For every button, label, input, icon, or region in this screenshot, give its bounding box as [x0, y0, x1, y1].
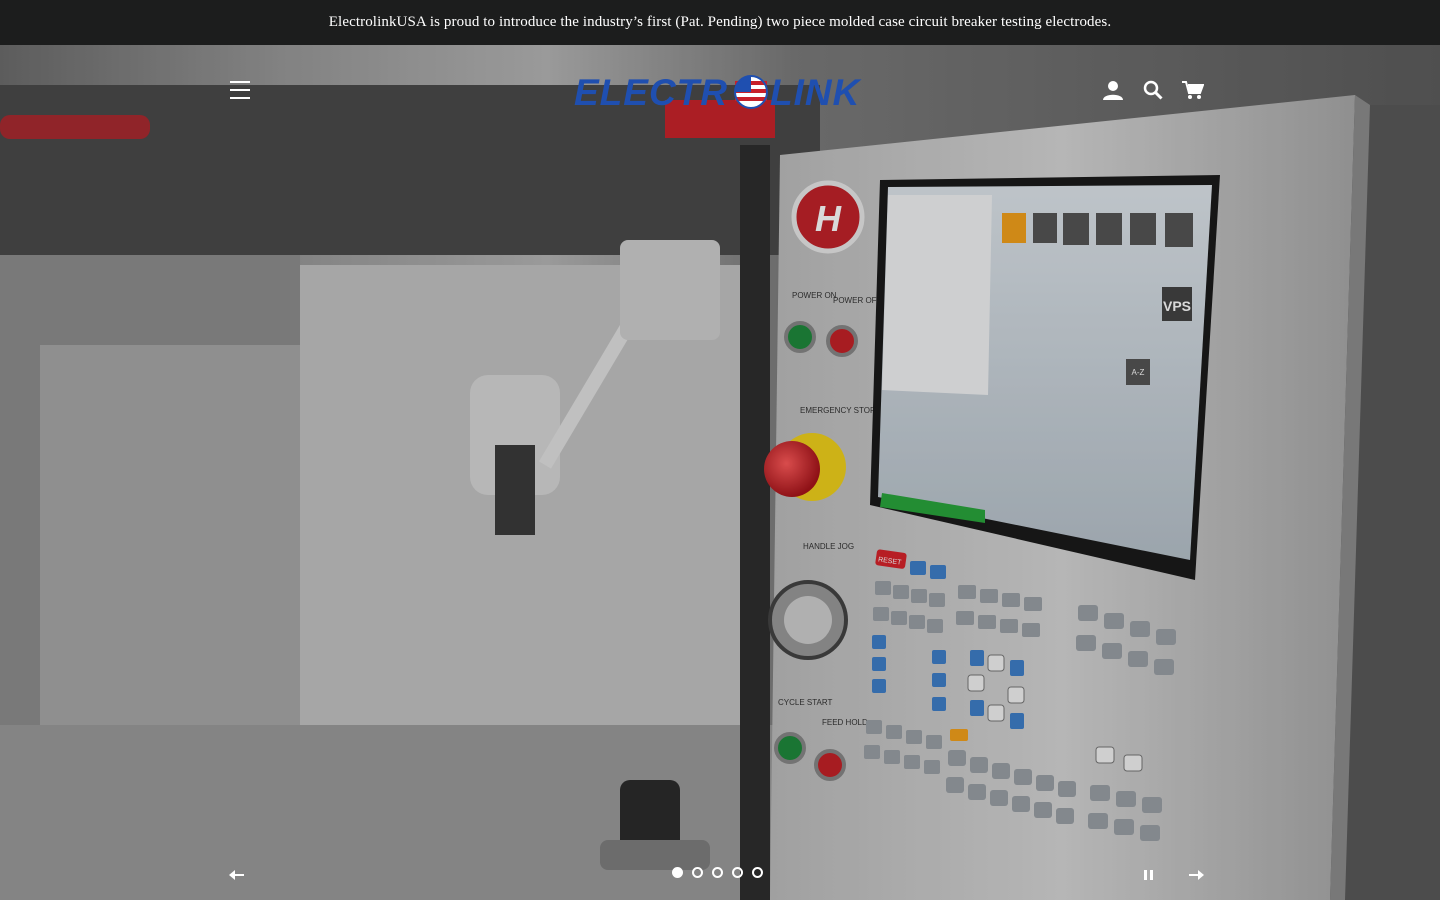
- pause-icon-bar: [1143, 870, 1147, 880]
- hero-overlay: [0, 45, 1440, 900]
- arrow-left-icon: [229, 870, 244, 880]
- slideshow-dot-5[interactable]: [752, 867, 763, 878]
- slideshow-dots: [672, 867, 763, 878]
- account-icon: [1103, 81, 1123, 100]
- slideshow-dot-2[interactable]: [692, 867, 703, 878]
- slideshow-controls: [0, 855, 1440, 895]
- slideshow-pause-button[interactable]: [1136, 863, 1160, 887]
- arrow-right-icon: [1189, 870, 1204, 880]
- cart-icon: [1182, 81, 1204, 99]
- slideshow-dot-3[interactable]: [712, 867, 723, 878]
- announcement-bar: ElectrolinkUSA is proud to introduce the…: [0, 0, 1440, 45]
- slideshow-dot-1[interactable]: [672, 867, 683, 878]
- slideshow-next-button[interactable]: [1182, 861, 1210, 889]
- logo-text-part2: LINK: [770, 72, 862, 113]
- hero-image: H POWER ON POWER OFF EMERGENCY STOP HAND…: [0, 45, 1440, 900]
- pause-icon-bar: [1149, 870, 1153, 880]
- search-button[interactable]: [1140, 77, 1166, 103]
- flag-o-icon: [734, 75, 768, 109]
- slideshow-dot-4[interactable]: [732, 867, 743, 878]
- announcement-text: ElectrolinkUSA is proud to introduce the…: [328, 14, 1112, 30]
- site-navigation-menu-button[interactable]: [224, 77, 256, 103]
- hamburger-icon-line: [230, 89, 250, 91]
- header-icons: [1100, 77, 1206, 103]
- cart-button[interactable]: [1180, 77, 1206, 103]
- search-icon: [1143, 80, 1163, 100]
- logo-text-part1: ELECTR: [574, 72, 728, 113]
- account-button[interactable]: [1100, 77, 1126, 103]
- hamburger-icon-line: [230, 81, 250, 83]
- site-header: ELECTR LINK: [0, 45, 1440, 135]
- slideshow-prev-button[interactable]: [223, 861, 251, 889]
- hamburger-icon-line: [230, 97, 250, 99]
- electrolink-logo[interactable]: ELECTR LINK: [574, 71, 870, 113]
- hero-slideshow: H POWER ON POWER OFF EMERGENCY STOP HAND…: [0, 45, 1440, 900]
